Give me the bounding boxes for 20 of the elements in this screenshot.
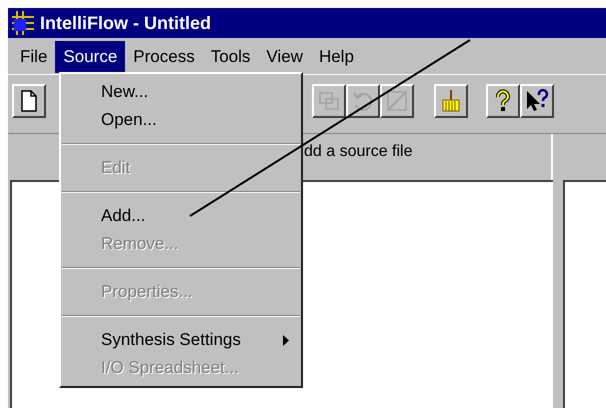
menu-option[interactable]: New... <box>61 78 301 106</box>
menu-item[interactable]: Help <box>310 41 362 73</box>
menu-item[interactable]: Source <box>55 41 126 73</box>
menu-item[interactable]: Process <box>125 41 203 73</box>
submenu-arrow-icon <box>283 334 289 346</box>
chip-icon <box>10 10 36 36</box>
toolbar-button[interactable] <box>520 84 554 118</box>
context-help-icon <box>525 88 549 112</box>
toolbar-button[interactable] <box>12 84 46 118</box>
toolbar-button[interactable] <box>434 84 468 118</box>
hint-text: dd a source file <box>304 142 413 162</box>
menu-item[interactable]: View <box>258 41 311 73</box>
toolbar-button[interactable] <box>486 84 520 118</box>
menu-item[interactable]: Tools <box>202 41 258 73</box>
menu-option[interactable]: Open... <box>61 106 301 134</box>
window-title: IntelliFlow - Untitled <box>40 12 211 34</box>
crossed-box-icon <box>385 88 409 112</box>
menu-option[interactable]: Synthesis Settings <box>61 326 301 354</box>
menu-item[interactable]: File <box>12 41 56 73</box>
menu-option[interactable]: Add... <box>61 202 301 230</box>
